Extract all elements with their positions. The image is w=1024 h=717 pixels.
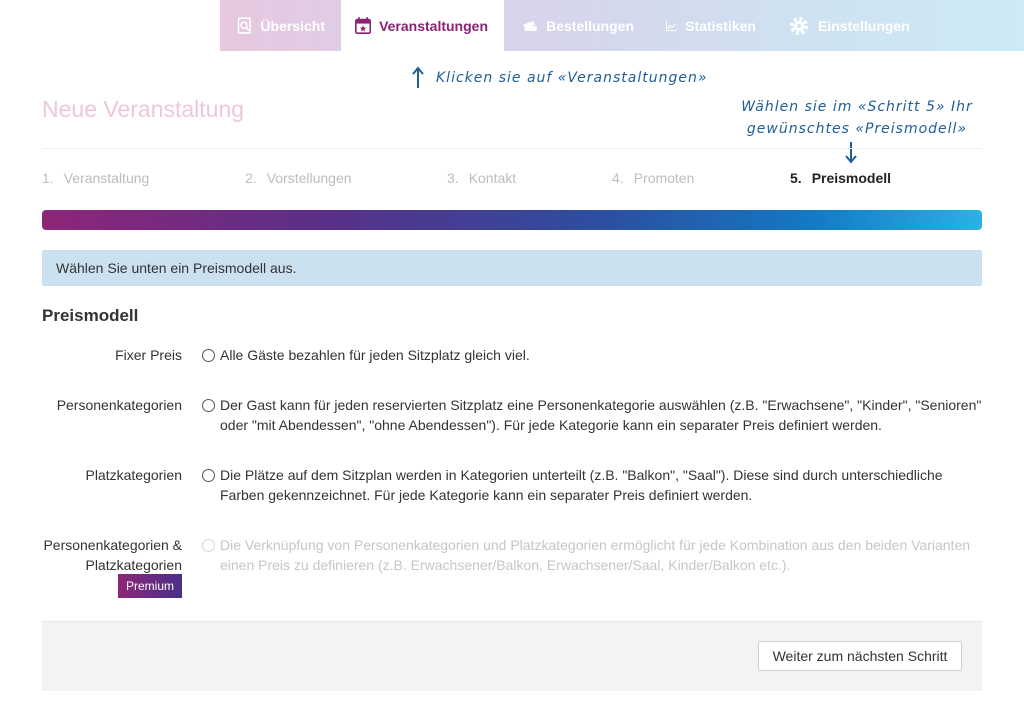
tab-overview-label: Übersicht bbox=[260, 17, 325, 34]
option-description-fixed-price: Alle Gäste bezahlen für jeden Sitzplatz … bbox=[220, 347, 530, 363]
premium-badge: Premium bbox=[118, 574, 182, 598]
option-description-combined: Die Verknüpfung von Personenkategorien u… bbox=[220, 537, 971, 573]
arrow-up-icon bbox=[412, 66, 424, 88]
step-number: 1. bbox=[42, 170, 54, 186]
option-label-combined: Personenkategorien & Platzkategorien bbox=[43, 537, 182, 573]
step-number: 2. bbox=[245, 170, 257, 186]
option-label-person-categories: Personenkategorien bbox=[56, 397, 182, 413]
calendar-star-icon bbox=[355, 16, 372, 34]
tab-settings[interactable]: Einstellungen bbox=[772, 0, 932, 51]
step-number: 5. bbox=[790, 170, 802, 186]
page-title: Neue Veranstaltung bbox=[42, 96, 245, 122]
step-pricing-model[interactable]: 5. Preismodell bbox=[790, 170, 891, 186]
wizard-steps: 1. Veranstaltung 2. Vorstellungen 3. Kontak… bbox=[42, 170, 982, 190]
section-title: Preismodell bbox=[42, 306, 139, 325]
option-label-fixed-price: Fixer Preis bbox=[115, 347, 182, 363]
tab-statistics-label: Statistiken bbox=[685, 17, 756, 34]
arrow-down-icon bbox=[845, 142, 857, 164]
option-description-seat-categories: Die Plätze auf dem Sitzplan werden in Ka… bbox=[220, 467, 943, 503]
radio-combined bbox=[202, 539, 215, 552]
step-label: Vorstellungen bbox=[266, 170, 352, 186]
main-navigation: Übersicht Veranstaltungen Bestellungen S… bbox=[220, 0, 1024, 51]
tickets-icon bbox=[523, 20, 537, 31]
progress-bar bbox=[42, 210, 982, 230]
option-label-seat-categories: Platzkategorien bbox=[85, 467, 182, 483]
step-label: Promoten bbox=[633, 170, 695, 186]
search-document-icon bbox=[237, 17, 251, 34]
next-step-button[interactable]: Weiter zum nächsten Schritt bbox=[758, 641, 962, 671]
annotation-click-events: Klicken sie auf «Veranstaltungen» bbox=[436, 70, 708, 86]
option-description-person-categories: Der Gast kann für jeden reservierten Sit… bbox=[220, 397, 982, 433]
radio-person-categories[interactable] bbox=[202, 399, 215, 412]
step-label: Kontakt bbox=[468, 170, 517, 186]
info-alert: Wählen Sie unten ein Preismodell aus. bbox=[42, 250, 982, 286]
gear-icon bbox=[790, 16, 808, 35]
step-number: 4. bbox=[612, 170, 624, 186]
tab-settings-label: Einstellungen bbox=[818, 17, 910, 34]
tab-statistics[interactable]: Statistiken bbox=[650, 0, 772, 51]
step-label: Veranstaltung bbox=[63, 170, 150, 186]
step-promote[interactable]: 4. Promoten bbox=[612, 170, 694, 186]
tab-events-label: Veranstaltungen bbox=[379, 17, 488, 34]
radio-fixed-price[interactable] bbox=[202, 349, 215, 362]
tab-orders[interactable]: Bestellungen bbox=[504, 0, 650, 51]
step-event[interactable]: 1. Veranstaltung bbox=[42, 170, 149, 186]
divider bbox=[42, 148, 982, 149]
step-performances[interactable]: 2. Vorstellungen bbox=[245, 170, 352, 186]
step-number: 3. bbox=[447, 170, 459, 186]
radio-seat-categories[interactable] bbox=[202, 469, 215, 482]
chart-line-icon bbox=[666, 20, 677, 31]
tab-events[interactable]: Veranstaltungen bbox=[341, 0, 504, 51]
step-contact[interactable]: 3. Kontakt bbox=[447, 170, 516, 186]
step-label: Preismodell bbox=[811, 170, 892, 186]
tab-orders-label: Bestellungen bbox=[546, 17, 634, 34]
tab-overview[interactable]: Übersicht bbox=[220, 0, 341, 51]
annotation-choose-pricing: Wählen sie im «Schritt 5» Ihr gewünschte… bbox=[741, 99, 973, 137]
